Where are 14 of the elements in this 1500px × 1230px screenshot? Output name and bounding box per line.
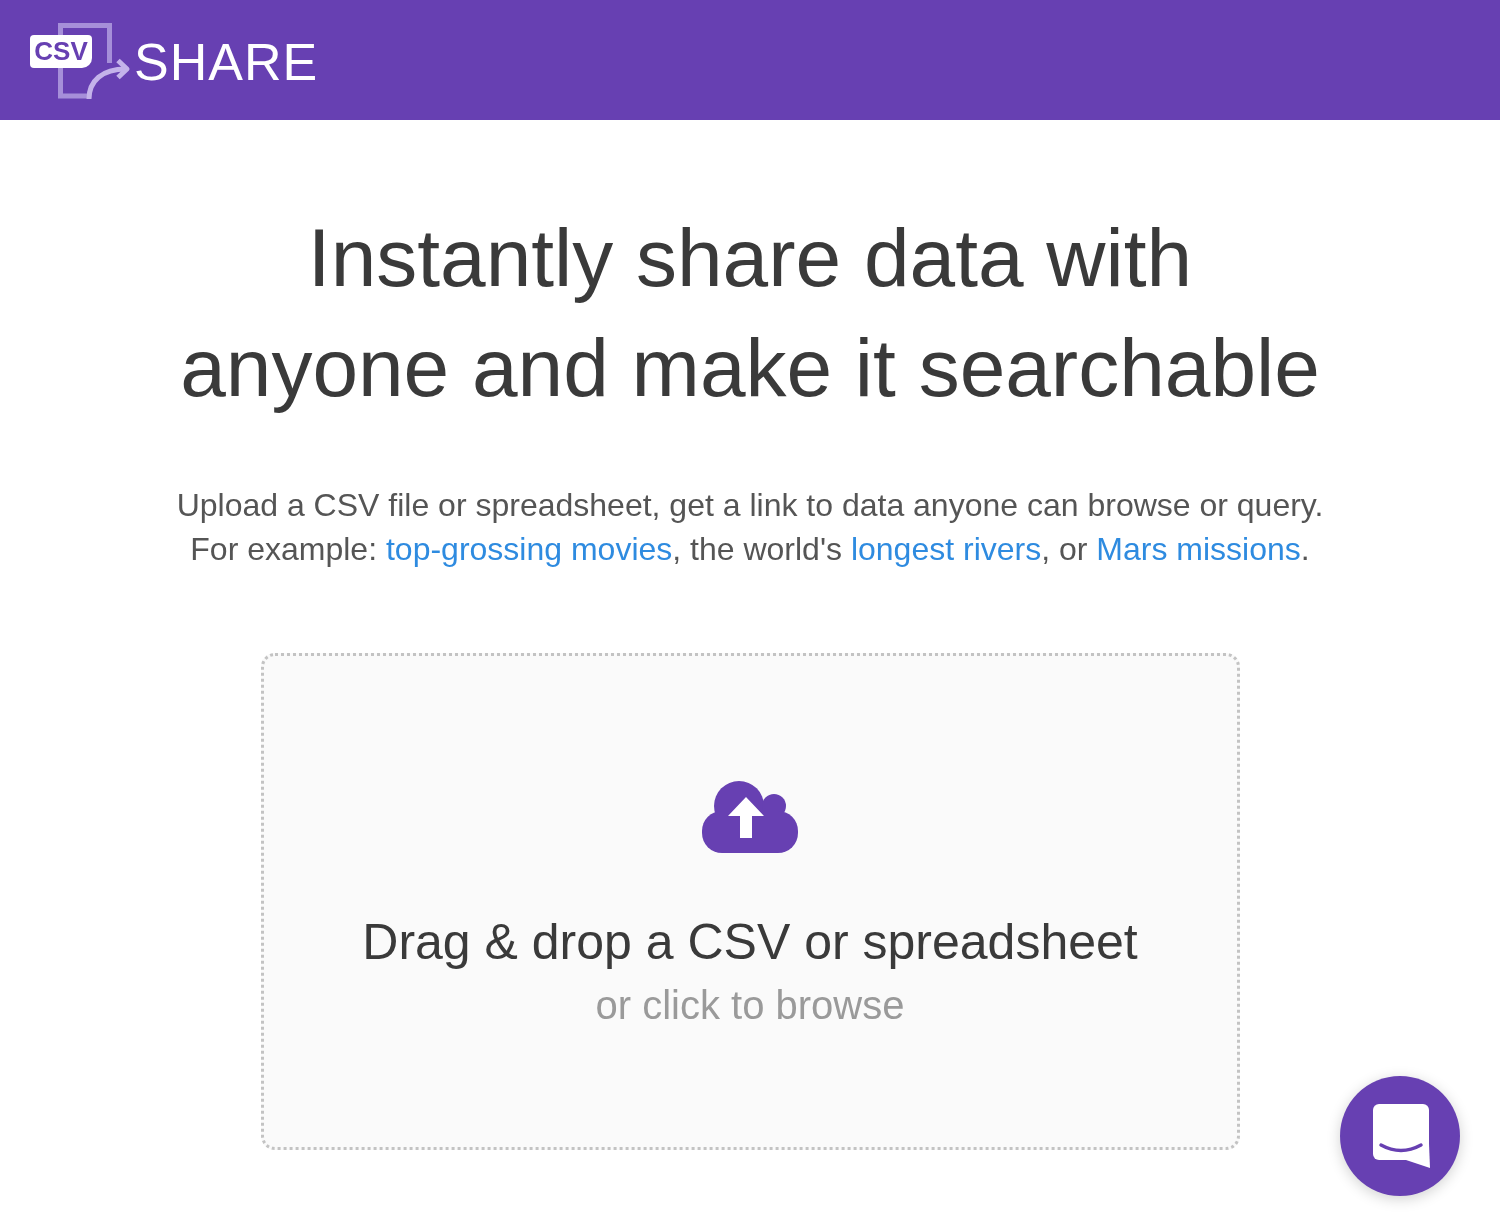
file-dropzone[interactable]: Drag & drop a CSV or spreadsheet or click to browse: [260, 653, 1240, 1150]
chat-bubble-icon: [1371, 1104, 1432, 1170]
logo-badge[interactable]: CSV: [30, 35, 92, 68]
cloud-upload-icon: [702, 781, 798, 853]
dropzone-title: Drag & drop a CSV or spreadsheet: [362, 913, 1138, 972]
intro-text: Upload a CSV file or spreadsheet, get a link to data anyone can browse or query.: [176, 486, 1324, 525]
logo-wordmark[interactable]: SHARE: [134, 32, 319, 92]
example-link[interactable]: longest rivers: [850, 531, 1042, 567]
headline: Instantly share data with anyone and make it searchable: [179, 211, 1321, 415]
chat-button[interactable]: [1340, 1076, 1460, 1196]
example-link[interactable]: Mars missions: [1096, 531, 1301, 567]
examples-text: For example: top-grossing movies, the world's longest rivers, or Mars missions.: [189, 530, 1311, 569]
example-link[interactable]: top-grossing movies: [385, 531, 673, 567]
dropzone-hint: or click to browse: [595, 982, 905, 1029]
